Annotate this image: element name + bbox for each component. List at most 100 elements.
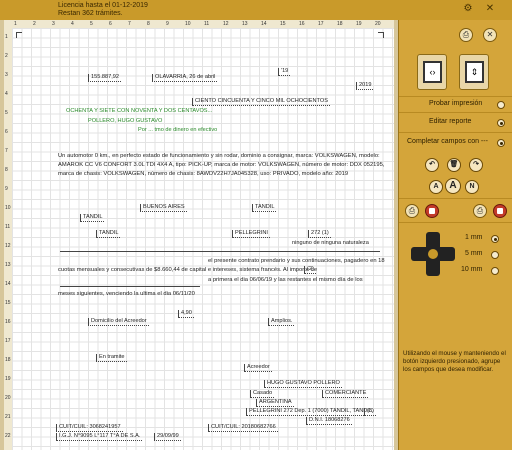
- field-address[interactable]: PELLEGRINI 272 Dep. 1 (7000) TANDIL, TAN…: [246, 408, 376, 416]
- stop-icon[interactable]: [425, 204, 439, 218]
- ruler-tick: 7: [128, 21, 131, 27]
- ruler-tick: 11: [5, 224, 11, 230]
- field-amplios[interactable]: Amplios.: [268, 318, 295, 326]
- ruler-tick: 18: [337, 21, 343, 27]
- field-buenos-aires[interactable]: BUENOS AIRES: [140, 204, 187, 212]
- field-creditor[interactable]: POLLERO, HUGO GUSTAVO: [88, 118, 162, 125]
- field-year-short[interactable]: '19: [278, 68, 291, 76]
- field-tandil[interactable]: TANDIL: [96, 230, 121, 238]
- editar-reporte-label[interactable]: Editar reporte: [429, 118, 471, 125]
- field-tandil[interactable]: TANDIL: [252, 204, 277, 212]
- layout-vertical-button[interactable]: ⇕: [459, 54, 489, 90]
- ruler-tick: 13: [242, 21, 248, 27]
- printer-icon[interactable]: ⎙: [473, 204, 487, 218]
- ruler-tick: 18: [5, 357, 11, 363]
- field-casado[interactable]: Casado: [250, 390, 275, 398]
- ruler-tick: 1: [5, 34, 8, 40]
- arrows-vertical-icon: ⇕: [465, 61, 484, 83]
- vehicle-description-line: marca de chasis: VOLKSWAGEN, número de c…: [58, 171, 349, 177]
- completar-campos-radio[interactable]: [497, 139, 505, 147]
- print-icon[interactable]: ⎙: [459, 28, 473, 42]
- document-page[interactable]: 155.887,92 OLAVARRIA, 26 de abril '19 20…: [12, 28, 394, 450]
- divider-line: [60, 251, 380, 252]
- field-cuit-1[interactable]: CUIT/CUIL: 3068241957: [56, 424, 123, 432]
- move-dpad[interactable]: [411, 232, 455, 276]
- contract-text-line: a primera el dia 06/06/19 y las restante…: [208, 277, 363, 283]
- ruler-tick: 4: [71, 21, 74, 27]
- field-city-date[interactable]: OLAVARRIA, 26 de abril: [152, 74, 218, 82]
- delete-icon[interactable]: 🗑: [447, 158, 461, 172]
- ruler-tick: 6: [109, 21, 112, 27]
- page-corner-mark: [16, 32, 22, 38]
- ruler-tick: 14: [5, 281, 11, 287]
- step-10mm-radio[interactable]: [491, 267, 499, 275]
- page-corner-mark: [378, 32, 384, 38]
- field-amount-words-2[interactable]: OCHENTA Y SIETE CON NOVENTA Y DOS CENTAV…: [66, 108, 212, 115]
- ruler-tick: 19: [356, 21, 362, 27]
- step-10mm-label[interactable]: 10 mm: [461, 266, 482, 273]
- step-5mm-radio[interactable]: [491, 251, 499, 259]
- field-amount-words[interactable]: CIENTO CINCUENTA Y CINCO MIL OCHOCIENTOS: [192, 98, 330, 106]
- title-bar: Licencia hasta el 01-12-2019 Restan 362 …: [0, 0, 512, 20]
- step-1mm-label[interactable]: 1 mm: [465, 234, 483, 241]
- probar-impresion-radio[interactable]: [497, 101, 505, 109]
- field-rate[interactable]: 4,90: [178, 310, 194, 318]
- step-1mm-radio[interactable]: [491, 235, 499, 243]
- font-smaller-button[interactable]: A: [429, 180, 443, 194]
- field-argentina[interactable]: ARGENTINA: [256, 399, 294, 407]
- field-comerciante[interactable]: COMERCIANTE: [322, 390, 369, 398]
- ruler-tick: 17: [5, 338, 11, 344]
- layout-horizontal-button[interactable]: ‹›: [417, 54, 447, 90]
- field-pellegrini[interactable]: PELLEGRINI: [232, 230, 270, 238]
- ruler-tick: 1: [14, 21, 17, 27]
- field-acreedor[interactable]: Acreedor: [244, 364, 272, 372]
- exit-icon[interactable]: ✕: [483, 28, 497, 42]
- field-cuit-2[interactable]: CUIT/CUIL: 20180682766: [208, 424, 278, 432]
- contract-text-line: cuotas mensuales y consecutivas de $8.66…: [58, 267, 318, 273]
- field-ninguno[interactable]: ninguno de ninguna naturaleza: [292, 240, 369, 247]
- printer-icon[interactable]: ⎙: [405, 204, 419, 218]
- step-5mm-label[interactable]: 5 mm: [465, 250, 483, 257]
- ruler-top: 1 2 3 4 5 6 7 8 9 10 11 12 13 14 15 16 17 18 19 20: [4, 20, 394, 28]
- field-amount[interactable]: 155.887,92: [88, 74, 121, 82]
- undo-icon[interactable]: ↶: [425, 158, 439, 172]
- field-domicilio[interactable]: Domicilio del Acreedor: [88, 318, 149, 326]
- vehicle-description-line: AMAROK CC V6 CONFORT 3.0L TDI 4X4 A, tip…: [58, 162, 385, 168]
- ruler-tick: 4: [5, 91, 8, 97]
- ruler-tick: 5: [5, 110, 8, 116]
- ruler-tick: 13: [5, 262, 11, 268]
- ruler-tick: 22: [5, 433, 11, 439]
- ruler-tick: 17: [318, 21, 324, 27]
- field-three[interactable]: (3): [364, 408, 376, 416]
- completar-campos-label[interactable]: Completar campos con ---: [407, 138, 488, 145]
- ruler-tick: 16: [299, 21, 305, 27]
- vehicle-description-line: Un automotor 0 km., en perfecto estado d…: [58, 153, 380, 159]
- ruler-tick: 14: [261, 21, 267, 27]
- ruler-tick: 15: [280, 21, 286, 27]
- divider: [399, 198, 512, 199]
- field-year[interactable]: 2019: [356, 82, 374, 90]
- field-date-2[interactable]: 29/09/99: [154, 433, 181, 441]
- ruler-tick: 8: [147, 21, 150, 27]
- stop-icon[interactable]: [493, 204, 507, 218]
- font-normal-button[interactable]: N: [465, 180, 479, 194]
- field-name[interactable]: HUGO GUSTAVO POLLERO: [264, 380, 342, 388]
- field-tandil[interactable]: TANDIL: [80, 214, 105, 222]
- divider: [399, 96, 512, 97]
- font-larger-button[interactable]: A: [445, 178, 461, 194]
- probar-impresion-label[interactable]: Probar impresión: [429, 100, 482, 107]
- field-272[interactable]: 272 (1): [308, 230, 331, 238]
- field-dni[interactable]: D.N.I. 18068276: [306, 417, 352, 425]
- ruler-tick: 12: [223, 21, 229, 27]
- redo-icon[interactable]: ↷: [469, 158, 483, 172]
- settings-icon[interactable]: ⚙: [462, 3, 474, 15]
- ruler-tick: 2: [5, 53, 8, 59]
- field-two[interactable]: (2): [304, 266, 316, 274]
- field-igj[interactable]: I.G.J. N°9095 L°117 T°A DE S.A.: [56, 433, 143, 441]
- ruler-tick: 9: [5, 186, 8, 192]
- ruler-tick: 5: [90, 21, 93, 27]
- editar-reporte-radio[interactable]: [497, 119, 505, 127]
- field-en-tramite[interactable]: En tramite: [96, 354, 127, 362]
- field-concept[interactable]: Por ... tmo de dinero en efectivo: [138, 127, 217, 134]
- close-icon[interactable]: ✕: [484, 3, 496, 15]
